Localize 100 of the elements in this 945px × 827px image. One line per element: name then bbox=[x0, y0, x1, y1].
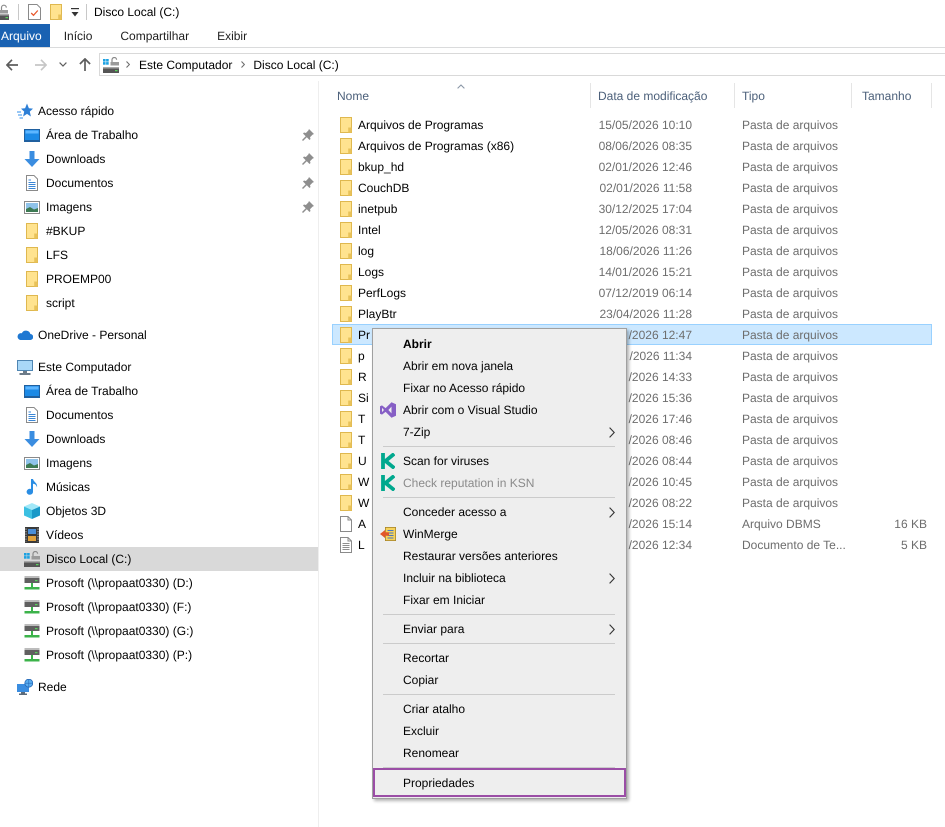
menu-item[interactable]: Fixar em Iniciar bbox=[373, 589, 626, 611]
menu-item[interactable]: Recortar bbox=[373, 647, 626, 669]
sidebar-item[interactable]: Imagens bbox=[0, 195, 318, 219]
file-name[interactable]: inetpub bbox=[358, 202, 398, 216]
sidebar-item[interactable]: Área de Trabalho bbox=[0, 123, 318, 147]
column-header[interactable]: Nome bbox=[332, 83, 591, 108]
menu-item[interactable]: Abrir com o Visual Studio bbox=[373, 399, 626, 421]
file-name[interactable]: Arquivos de Programas bbox=[358, 118, 484, 132]
menu-item[interactable]: Propriedades bbox=[373, 768, 626, 797]
file-type: Pasta de arquivos bbox=[742, 160, 838, 174]
sidebar-item[interactable]: Documentos bbox=[0, 403, 318, 427]
sidebar-item[interactable]: Prosoft (\\propaat0330) (F:) bbox=[0, 595, 318, 619]
file-name[interactable]: Si bbox=[358, 390, 369, 404]
column-header[interactable]: Data de modificação bbox=[591, 83, 735, 108]
file-name[interactable]: bkup_hd bbox=[358, 160, 404, 174]
chevron-right-icon bbox=[241, 61, 246, 68]
file-name[interactable]: Pr bbox=[358, 328, 370, 342]
menu-item[interactable]: WinMerge bbox=[373, 523, 626, 545]
file-name[interactable]: p bbox=[358, 348, 365, 362]
arrow-up-icon[interactable] bbox=[79, 58, 91, 71]
sidebar-item[interactable]: Acesso rápido bbox=[0, 99, 318, 123]
file-name[interactable]: R bbox=[358, 370, 367, 384]
document-arrow-icon bbox=[380, 526, 396, 542]
file-type: Pasta de arquivos bbox=[742, 202, 838, 216]
sidebar-item[interactable]: Objetos 3D bbox=[0, 499, 318, 523]
file-name[interactable]: CouchDB bbox=[358, 180, 410, 194]
menu-item[interactable]: Renomear bbox=[373, 742, 626, 764]
ribbon-tab[interactable]: Exibir bbox=[203, 24, 262, 47]
chevron-right-icon bbox=[126, 61, 130, 68]
file-name[interactable]: Arquivos de Programas (x86) bbox=[358, 138, 514, 152]
modified-date: 14/01/2026 15:21 bbox=[598, 264, 692, 278]
menu-item[interactable]: Fixar no Acesso rápido bbox=[373, 377, 626, 399]
file-name[interactable]: Intel bbox=[358, 222, 381, 236]
folder-icon bbox=[340, 116, 352, 132]
ribbon-tab[interactable]: Início bbox=[50, 24, 106, 47]
document-check-icon[interactable] bbox=[28, 4, 41, 20]
sidebar-item[interactable]: Vídeos bbox=[0, 523, 318, 547]
menu-item[interactable]: Incluir na biblioteca bbox=[373, 567, 626, 589]
file-name[interactable]: U bbox=[358, 454, 367, 468]
sidebar-item[interactable]: script bbox=[0, 291, 318, 315]
sidebar-item[interactable]: OneDrive - Personal bbox=[0, 323, 318, 347]
sidebar-item[interactable]: Documentos bbox=[0, 171, 318, 195]
file-name[interactable]: W bbox=[358, 496, 370, 510]
sidebar-item[interactable]: Área de Trabalho bbox=[0, 379, 318, 403]
menu-item[interactable]: Copiar bbox=[373, 669, 626, 691]
modified-date: 07/12/2019 06:14 bbox=[598, 286, 692, 300]
menu-item[interactable]: Excluir bbox=[373, 720, 626, 742]
sidebar-item[interactable]: Rede bbox=[0, 675, 318, 699]
file-type: Pasta de arquivos bbox=[742, 264, 838, 278]
network-drive-icon bbox=[24, 647, 40, 663]
column-header[interactable]: Tipo bbox=[735, 83, 852, 108]
desktop-icon bbox=[24, 128, 40, 142]
file-type: Pasta de arquivos bbox=[742, 286, 838, 300]
sidebar-item[interactable]: #BKUP bbox=[0, 219, 318, 243]
folder-icon bbox=[26, 271, 38, 287]
sidebar-item[interactable]: Prosoft (\\propaat0330) (D:) bbox=[0, 571, 318, 595]
file-menu-tab[interactable]: Arquivo bbox=[0, 24, 50, 47]
folder-icon bbox=[340, 158, 352, 174]
dropdown-icon[interactable] bbox=[71, 8, 79, 16]
picture-icon bbox=[24, 200, 40, 214]
modified-date: /2026 10:45 bbox=[628, 474, 692, 488]
back-icon[interactable] bbox=[6, 58, 18, 70]
modified-date: /2026 08:46 bbox=[628, 432, 692, 446]
sidebar-item[interactable]: Músicas bbox=[0, 475, 318, 499]
sidebar-item[interactable]: PROEMP00 bbox=[0, 267, 318, 291]
file-name[interactable]: PlayBtr bbox=[358, 306, 397, 320]
menu-item[interactable]: Restaurar versões anteriores bbox=[373, 545, 626, 567]
folder-icon bbox=[340, 474, 352, 490]
folder-icon bbox=[340, 390, 352, 406]
sidebar-item[interactable]: Prosoft (\\propaat0330) (G:) bbox=[0, 619, 318, 643]
sidebar-item[interactable]: Imagens bbox=[0, 451, 318, 475]
menu-item[interactable]: Conceder acesso a bbox=[373, 501, 626, 523]
sidebar-item[interactable]: Disco Local (C:) bbox=[0, 547, 318, 571]
sidebar-item[interactable]: Prosoft (\\propaat0330) (P:) bbox=[0, 643, 318, 667]
chevron-down-icon[interactable] bbox=[59, 62, 67, 67]
menu-item[interactable]: Abrir em nova janela bbox=[373, 355, 626, 377]
breadcrumb-item[interactable]: Disco Local (C:) bbox=[253, 58, 339, 72]
sidebar-item[interactable]: Downloads bbox=[0, 147, 318, 171]
folder-icon bbox=[340, 432, 352, 448]
breadcrumb-item[interactable]: Este Computador bbox=[139, 58, 232, 72]
menu-item[interactable]: Scan for viruses bbox=[373, 450, 626, 472]
address-bar[interactable]: Este Computador Disco Local (C:) bbox=[99, 53, 945, 76]
column-header[interactable]: Tamanho bbox=[852, 83, 932, 108]
ribbon-tab[interactable]: Compartilhar bbox=[106, 24, 204, 47]
file-name[interactable]: T bbox=[358, 412, 366, 426]
sidebar-item[interactable]: Downloads bbox=[0, 427, 318, 451]
file-name[interactable]: W bbox=[358, 474, 370, 488]
file-name[interactable]: log bbox=[358, 244, 374, 258]
file-name[interactable]: T bbox=[358, 432, 366, 446]
file-name[interactable]: PerfLogs bbox=[358, 286, 406, 300]
sidebar-item[interactable]: Este Computador bbox=[0, 355, 318, 379]
folder-icon bbox=[340, 264, 352, 280]
menu-item[interactable]: 7-Zip bbox=[373, 421, 626, 443]
menu-item[interactable]: Enviar para bbox=[373, 618, 626, 640]
file-name[interactable]: L bbox=[358, 538, 365, 552]
file-name[interactable]: A bbox=[358, 516, 366, 530]
file-name[interactable]: Logs bbox=[358, 264, 384, 278]
sidebar-item[interactable]: LFS bbox=[0, 243, 318, 267]
file-type: Pasta de arquivos bbox=[742, 390, 838, 404]
menu-item[interactable]: Criar atalho bbox=[373, 698, 626, 720]
